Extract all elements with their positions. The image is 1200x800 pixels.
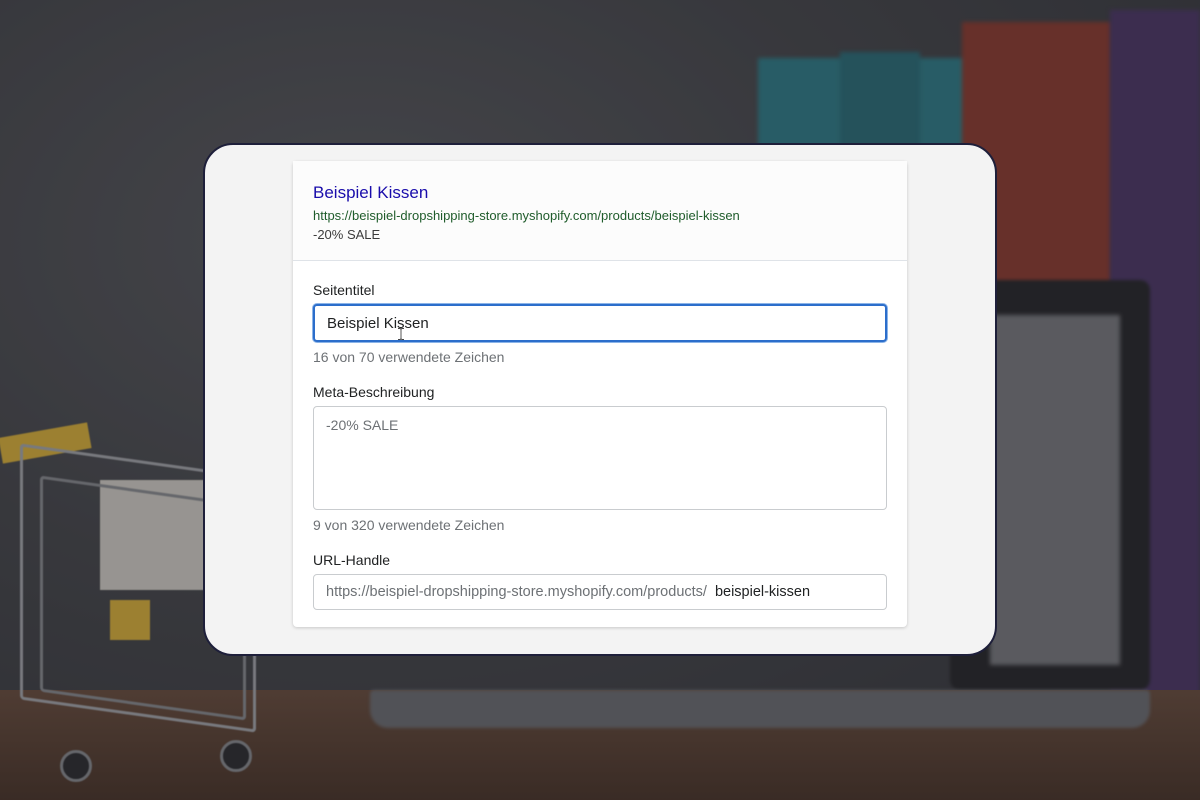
screenshot-frame: Beispiel Kissen https://beispiel-dropshi… [203,143,997,656]
preview-url: https://beispiel-dropshipping-store.mysh… [313,208,740,223]
text-cursor-icon [398,328,404,340]
search-preview: Beispiel Kissen https://beispiel-dropshi… [293,161,907,261]
page-title-char-count: 16 von 70 verwendete Zeichen [313,349,505,365]
preview-title[interactable]: Beispiel Kissen [313,183,887,203]
page-title-value: Beispiel Kissen [327,314,429,332]
url-handle-prefix: https://beispiel-dropshipping-store.mysh… [326,584,707,600]
page-title-label: Seitentitel [313,282,375,298]
preview-description: -20% SALE [313,227,381,242]
meta-description-textarea[interactable]: -20% SALE [313,406,887,510]
meta-description-label: Meta-Beschreibung [313,384,435,400]
url-handle-label: URL-Handle [313,552,391,568]
seo-form: Seitentitel Beispiel Kissen 16 von 70 ve… [293,261,907,610]
url-handle-input[interactable]: beispiel-kissen [715,584,810,600]
url-handle-field[interactable]: https://beispiel-dropshipping-store.mysh… [313,574,887,610]
meta-description-char-count: 9 von 320 verwendete Zeichen [313,517,505,533]
seo-card: Beispiel Kissen https://beispiel-dropshi… [293,161,907,627]
page-title-input[interactable]: Beispiel Kissen [313,304,887,342]
